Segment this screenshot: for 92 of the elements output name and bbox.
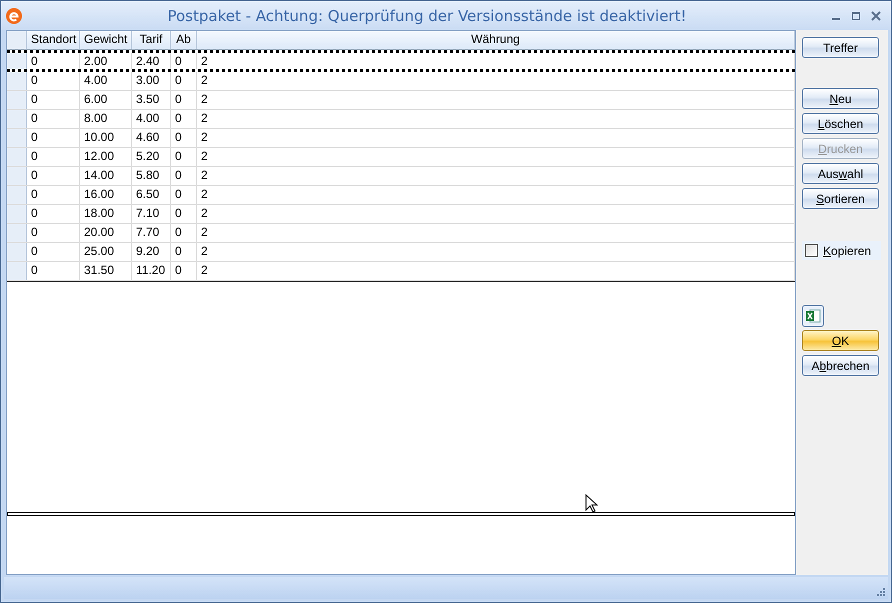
table-cell: 0 — [171, 224, 197, 242]
row-selector[interactable] — [7, 148, 27, 166]
row-selector[interactable] — [7, 262, 27, 280]
table-cell: 2 — [197, 53, 795, 69]
table-cell: 12.00 — [80, 148, 132, 166]
table-cell: 2 — [197, 186, 795, 204]
table-cell: 2 — [197, 167, 795, 185]
table-cell: 0 — [171, 53, 197, 69]
panel-button[interactable]: Löschen — [802, 113, 879, 134]
table-cell: 0 — [27, 205, 80, 223]
table-cell: 11.20 — [132, 262, 171, 280]
table-cell: 6.00 — [80, 91, 132, 109]
table-cell: 2 — [197, 243, 795, 261]
table-cell: 0 — [27, 53, 80, 69]
table-cell: 7.70 — [132, 224, 171, 242]
table-cell: 10.00 — [80, 129, 132, 147]
table-cell: 2 — [197, 129, 795, 147]
column-header[interactable]: Ab — [171, 31, 197, 49]
table-cell: 2.00 — [80, 53, 132, 69]
table-cell: 4.60 — [132, 129, 171, 147]
table-cell: 6.50 — [132, 186, 171, 204]
table-cell: 20.00 — [80, 224, 132, 242]
table-cell: 18.00 — [80, 205, 132, 223]
column-header[interactable]: Standort — [27, 31, 80, 49]
table-cell: 7.10 — [132, 205, 171, 223]
table-cell: 0 — [27, 148, 80, 166]
window-title: Postpaket - Achtung: Querprüfung der Versionsstände ist deaktiviert! — [166, 6, 688, 24]
table-cell: 2 — [197, 148, 795, 166]
table-cell: 2 — [197, 224, 795, 242]
row-selector[interactable] — [7, 72, 27, 90]
row-selector[interactable] — [7, 224, 27, 242]
row-selector[interactable] — [7, 186, 27, 204]
table-cell: 3.00 — [132, 72, 171, 90]
row-selector[interactable] — [7, 53, 27, 69]
panel-button[interactable]: Treffer — [802, 37, 879, 58]
table-cell: 8.00 — [80, 110, 132, 128]
table-cell: 0 — [27, 186, 80, 204]
resize-grip-icon[interactable] — [876, 587, 886, 597]
table-cell: 0 — [27, 262, 80, 280]
column-header[interactable]: Tarif — [132, 31, 171, 49]
table-cell: 2 — [197, 110, 795, 128]
table-cell: 3.50 — [132, 91, 171, 109]
table-cell: 0 — [27, 110, 80, 128]
column-header[interactable]: Währung — [197, 31, 795, 49]
table-cell: 31.50 — [80, 262, 132, 280]
panel-button[interactable]: Sortieren — [802, 188, 879, 209]
table-cell: 0 — [27, 224, 80, 242]
table-cell: 0 — [27, 243, 80, 261]
table-cell: 9.20 — [132, 243, 171, 261]
panel-button[interactable]: Auswahl — [802, 163, 879, 184]
table-cell: 0 — [171, 186, 197, 204]
table-cell: 2 — [197, 205, 795, 223]
row-selector[interactable] — [7, 205, 27, 223]
table-cell: 0 — [171, 205, 197, 223]
maximize-icon[interactable] — [851, 10, 861, 20]
panel-button[interactable]: Neu — [802, 88, 879, 109]
table-cell: 2 — [197, 91, 795, 109]
table-cell: 4.00 — [80, 72, 132, 90]
table-cell: 0 — [27, 129, 80, 147]
table-cell: 16.00 — [80, 186, 132, 204]
row-selector[interactable] — [7, 243, 27, 261]
table-cell: 0 — [171, 110, 197, 128]
app-logo-icon[interactable] — [5, 6, 23, 24]
table-cell: 5.80 — [132, 167, 171, 185]
table-cell: 5.20 — [132, 148, 171, 166]
row-selector[interactable] — [7, 110, 27, 128]
table-cell: 0 — [27, 72, 80, 90]
table-cell: 0 — [171, 129, 197, 147]
row-selector[interactable] — [7, 129, 27, 147]
table-cell: 0 — [171, 148, 197, 166]
table-cell: 0 — [171, 262, 197, 280]
table-cell: 25.00 — [80, 243, 132, 261]
ok-button[interactable]: OK — [802, 330, 879, 351]
spreadsheet-icon[interactable] — [802, 305, 824, 327]
table-cell: 0 — [171, 91, 197, 109]
table-cell: 2.40 — [132, 53, 171, 69]
table-cell: 0 — [171, 243, 197, 261]
close-icon[interactable] — [871, 10, 881, 20]
panel-button[interactable]: Abbrechen — [802, 355, 879, 376]
table-cell: 0 — [171, 72, 197, 90]
table-cell: 2 — [197, 72, 795, 90]
table-cell: 14.00 — [80, 167, 132, 185]
checkbox[interactable] — [805, 244, 818, 257]
table-cell: 0 — [27, 91, 80, 109]
table-cell: 4.00 — [132, 110, 171, 128]
table-cell: 2 — [197, 262, 795, 280]
header-corner[interactable] — [7, 31, 27, 49]
row-selector[interactable] — [7, 91, 27, 109]
row-selector[interactable] — [7, 167, 27, 185]
table-cell: 0 — [171, 167, 197, 185]
table-cell: 0 — [27, 167, 80, 185]
column-header[interactable]: Gewicht — [80, 31, 132, 49]
